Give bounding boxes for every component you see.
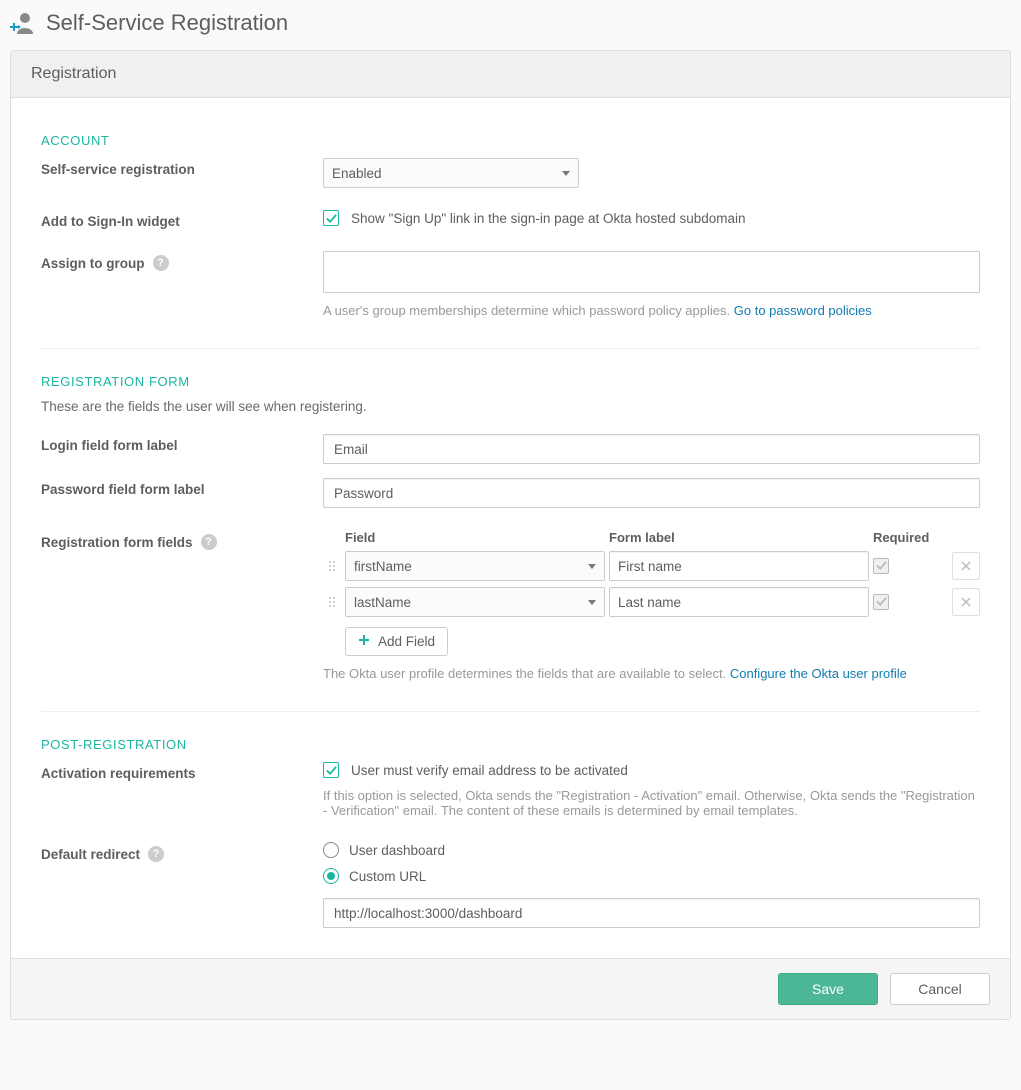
form-field-row: lastName (323, 587, 980, 617)
save-button[interactable]: Save (778, 973, 878, 1005)
checkbox-show-signup-label: Show "Sign Up" link in the sign-in page … (351, 211, 746, 226)
label-assign-group: Assign to group ? (41, 251, 323, 271)
user-plus-icon (10, 12, 36, 34)
assign-group-hint: A user's group memberships determine whi… (323, 303, 730, 318)
checkbox-show-signup[interactable] (323, 210, 339, 226)
input-login-label[interactable] (323, 434, 980, 464)
add-field-button[interactable]: Add Field (345, 627, 448, 656)
label-default-redirect: Default redirect ? (41, 842, 323, 862)
radio-custom-url[interactable] (323, 868, 339, 884)
cancel-button[interactable]: Cancel (890, 973, 990, 1005)
chevron-down-icon (588, 600, 596, 605)
input-assign-group[interactable] (323, 251, 980, 293)
radio-user-dashboard-label: User dashboard (349, 843, 445, 858)
link-configure-profile[interactable]: Configure the Okta user profile (730, 666, 907, 681)
col-field: Field (345, 530, 605, 545)
label-password-field: Password field form label (41, 478, 323, 497)
section-registration-form: REGISTRATION FORM (41, 374, 980, 389)
drag-handle-icon[interactable] (323, 588, 341, 616)
label-activation: Activation requirements (41, 762, 323, 781)
remove-field-button[interactable] (952, 588, 980, 616)
label-add-widget: Add to Sign-In widget (41, 210, 323, 229)
section-registration-desc: These are the fields the user will see w… (41, 399, 980, 414)
select-self-service-value: Enabled (332, 166, 382, 181)
section-post-registration: POST-REGISTRATION (41, 737, 980, 752)
link-password-policies[interactable]: Go to password policies (734, 303, 872, 318)
select-field-1[interactable]: lastName (345, 587, 605, 617)
section-account: ACCOUNT (41, 133, 980, 148)
checkbox-required-1[interactable] (873, 594, 889, 610)
help-icon[interactable]: ? (148, 846, 164, 862)
select-self-service[interactable]: Enabled (323, 158, 579, 188)
input-custom-url[interactable] (323, 898, 980, 928)
label-login-field: Login field form label (41, 434, 323, 453)
checkbox-verify-email[interactable] (323, 762, 339, 778)
chevron-down-icon (588, 564, 596, 569)
drag-handle-icon[interactable] (323, 552, 341, 580)
form-field-row: firstName (323, 551, 980, 581)
remove-field-button[interactable] (952, 552, 980, 580)
page-title: Self-Service Registration (46, 10, 288, 36)
select-field-0[interactable]: firstName (345, 551, 605, 581)
help-icon[interactable]: ? (201, 534, 217, 550)
panel-title: Registration (11, 51, 1010, 98)
input-password-label[interactable] (323, 478, 980, 508)
label-self-service: Self-service registration (41, 158, 323, 177)
divider (41, 348, 980, 349)
input-form-label-1[interactable] (609, 587, 869, 617)
plus-icon (358, 634, 370, 649)
label-form-fields: Registration form fields ? (41, 530, 323, 550)
radio-user-dashboard[interactable] (323, 842, 339, 858)
col-form-label: Form label (609, 530, 869, 545)
radio-custom-url-label: Custom URL (349, 869, 426, 884)
activation-hint: If this option is selected, Okta sends t… (323, 788, 980, 818)
form-fields-hint: The Okta user profile determines the fie… (323, 666, 726, 681)
col-required: Required (873, 530, 948, 545)
help-icon[interactable]: ? (153, 255, 169, 271)
input-form-label-0[interactable] (609, 551, 869, 581)
checkbox-verify-email-label: User must verify email address to be act… (351, 763, 628, 778)
checkbox-required-0[interactable] (873, 558, 889, 574)
divider (41, 711, 980, 712)
chevron-down-icon (562, 171, 570, 176)
